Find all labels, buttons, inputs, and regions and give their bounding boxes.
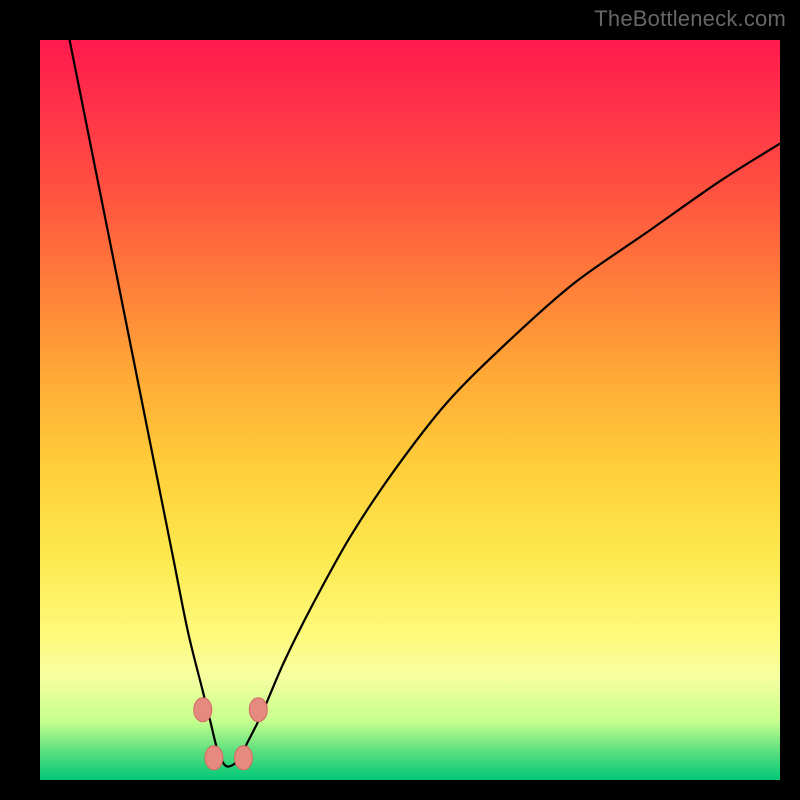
curve-markers: [194, 698, 267, 770]
bottleneck-curve: [70, 40, 780, 767]
chart-frame: TheBottleneck.com: [0, 0, 800, 800]
curve-marker: [235, 746, 253, 770]
plot-area: [40, 40, 780, 780]
curve-marker: [205, 746, 223, 770]
curve-svg: [40, 40, 780, 780]
curve-marker: [194, 698, 212, 722]
watermark-text: TheBottleneck.com: [594, 6, 786, 32]
curve-marker: [249, 698, 267, 722]
